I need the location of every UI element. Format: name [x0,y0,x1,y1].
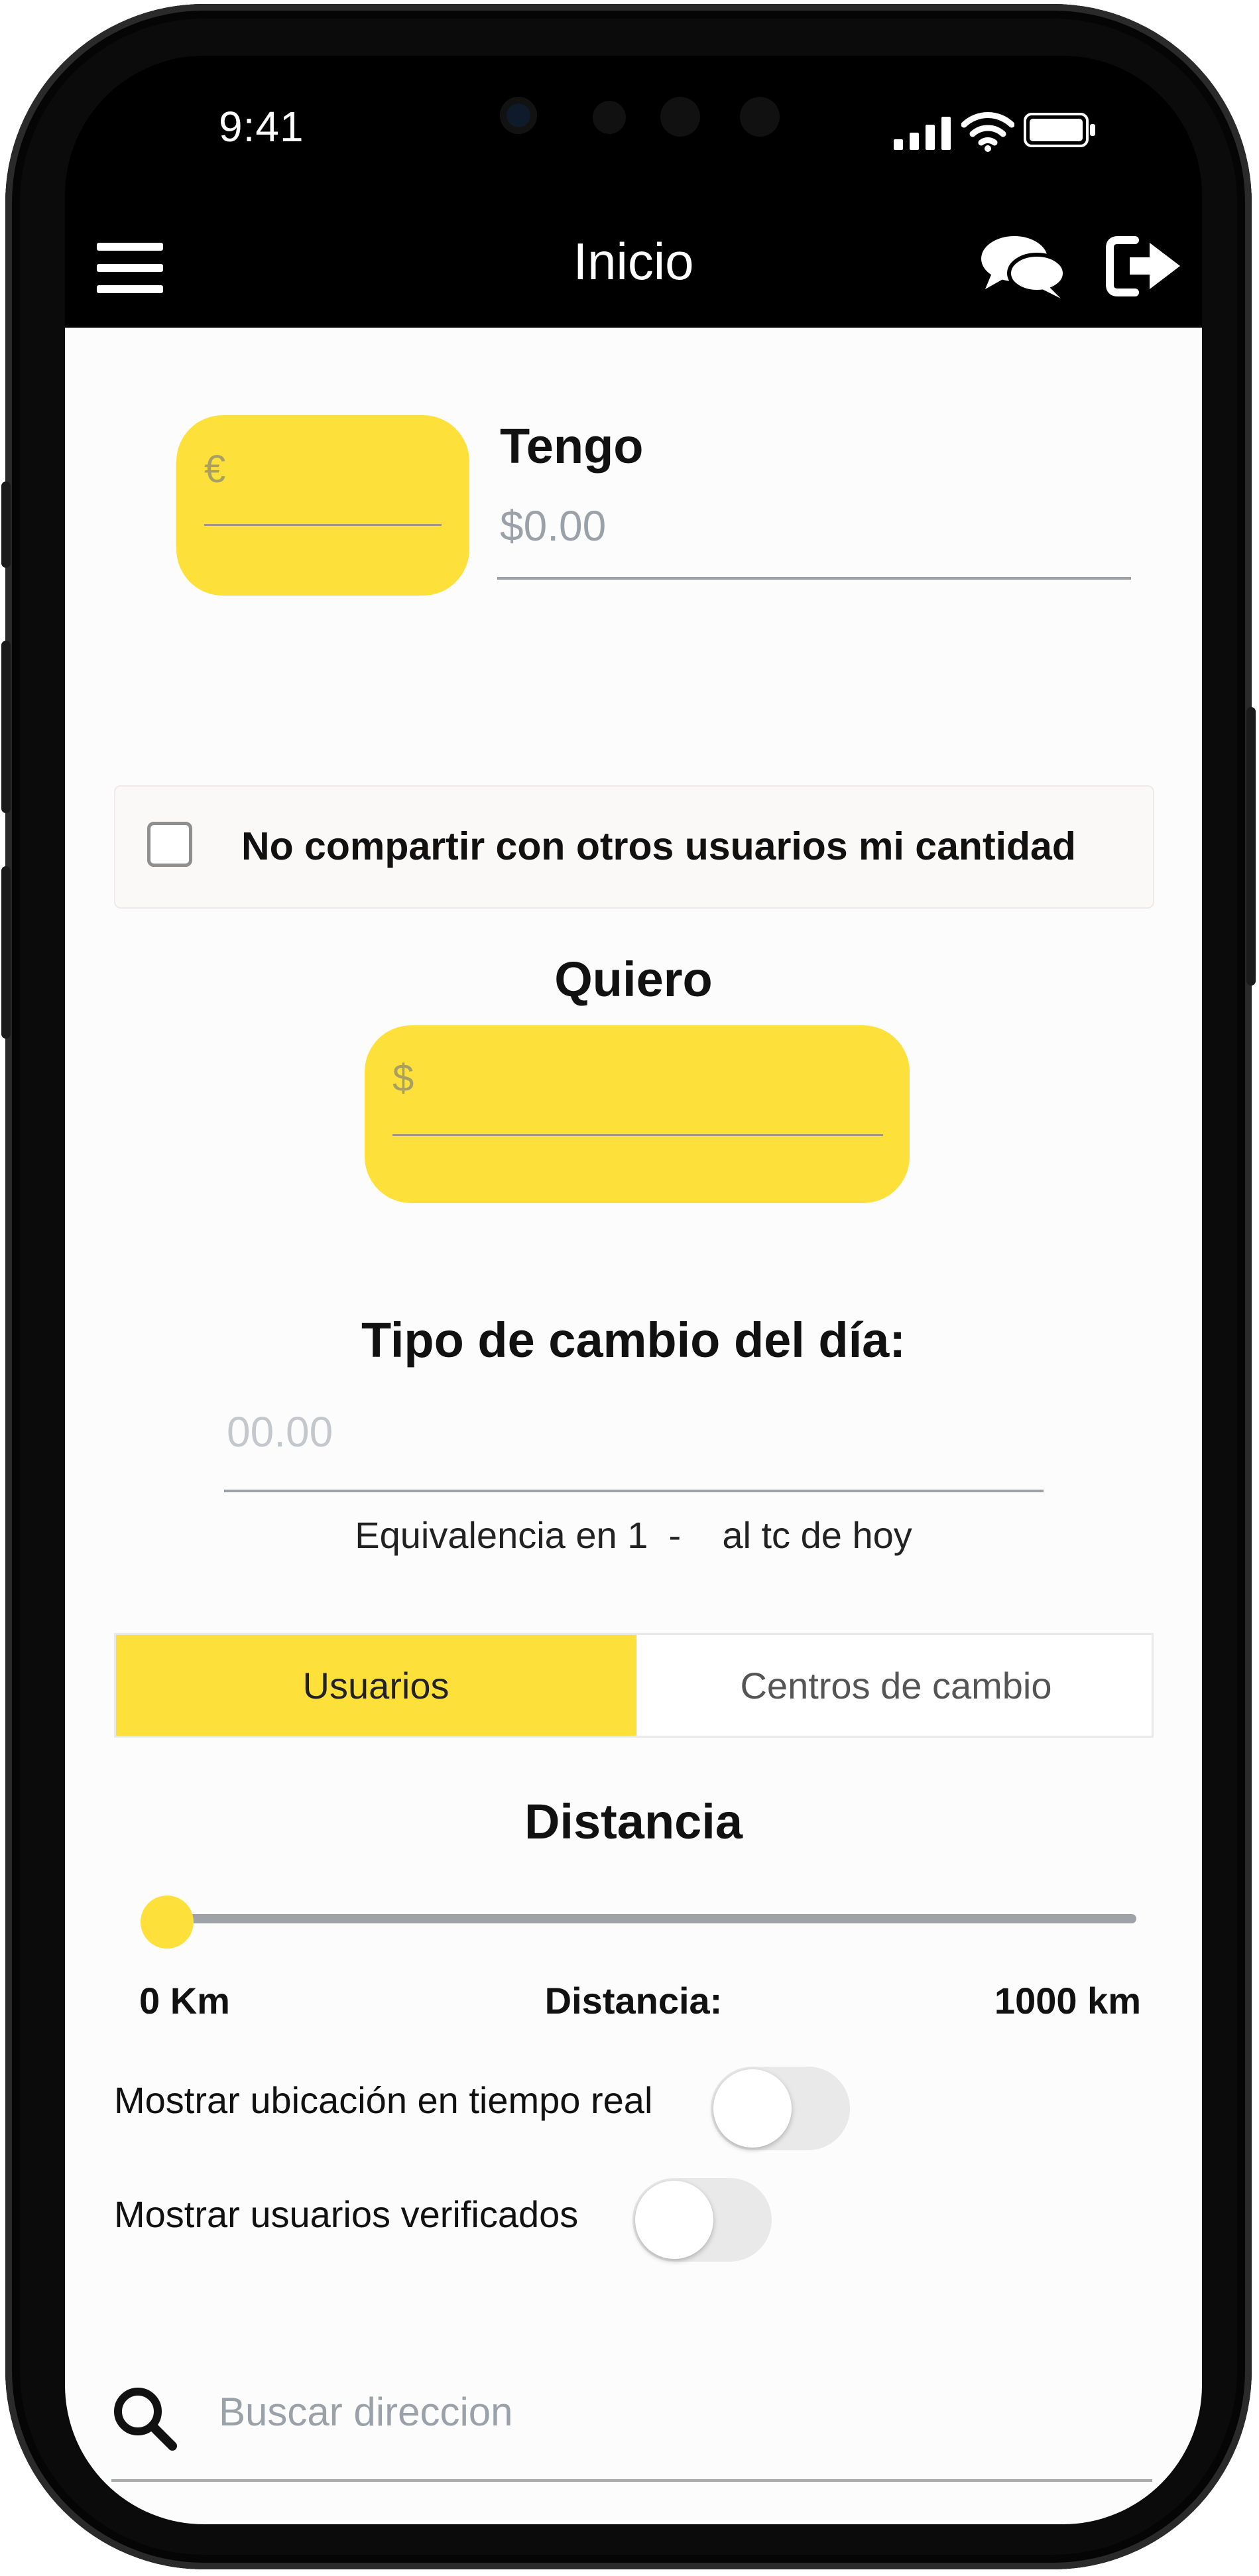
verified-users-toggle[interactable] [632,2178,772,2262]
side-button-left-3 [1,866,11,1039]
address-search-input[interactable]: Buscar direccion [219,2389,513,2435]
privacy-checkbox[interactable] [147,822,192,867]
status-time: 9:41 [219,103,304,151]
distance-slider-track[interactable] [150,1914,1136,1923]
quiero-currency-select[interactable]: $ [365,1025,910,1203]
search-underline [111,2479,1152,2482]
tab-centros-de-cambio[interactable]: Centros de cambio [636,1635,1155,1736]
toggle-knob [713,2069,792,2148]
search-icon[interactable] [111,2385,178,2451]
distance-title: Distancia [524,1794,743,1849]
sensor-icon [740,97,780,137]
chat-icon[interactable] [980,233,1066,300]
exchange-rate-underline [224,1490,1044,1492]
logout-icon[interactable] [1106,235,1182,298]
front-camera-icon [500,97,537,134]
quiero-currency-symbol: $ [392,1057,414,1100]
sensor-icon [660,97,700,137]
quiero-currency-underline [392,1134,883,1136]
wifi-icon [961,112,1014,152]
sensor-icon [593,101,626,134]
signal-icon [894,117,951,150]
exchange-label: Tipo de cambio del día: [361,1313,906,1368]
distance-slider-thumb[interactable] [141,1896,194,1949]
privacy-label: No compartir con otros usuarios mi canti… [241,824,1076,868]
exchange-note: Equivalencia en 1 - al tc de hoy [355,1514,912,1556]
tengo-currency-symbol: € [204,448,226,491]
tab-usuarios[interactable]: Usuarios [116,1635,636,1736]
side-button-right [1246,707,1256,986]
main-content: € Tengo $0.00 No compartir con otros usu… [65,328,1202,2524]
privacy-panel: No compartir con otros usuarios mi canti… [114,785,1154,909]
tengo-amount-underline [497,577,1131,580]
verified-users-label: Mostrar usuarios verificados [114,2193,579,2235]
status-bar: 9:41 [65,56,1202,202]
side-button-left-1 [1,482,11,568]
realtime-location-toggle[interactable] [711,2067,850,2150]
quiero-label: Quiero [554,952,713,1007]
notch [428,56,853,198]
screen: 9:41 Inicio € Tengo $0.00 No compartir c… [65,56,1202,2524]
side-button-left-2 [1,641,11,813]
tengo-label: Tengo [500,419,644,474]
toggle-knob [635,2181,713,2259]
tengo-currency-select[interactable]: € [176,415,469,596]
exchange-rate-input[interactable]: 00.00 [227,1407,333,1456]
app-header: Inicio [65,202,1202,328]
tengo-currency-underline [204,524,442,526]
distance-max-label: 1000 km [994,1980,1141,2022]
tab-bar: Usuarios Centros de cambio [114,1633,1154,1738]
battery-icon [1024,113,1095,147]
phone-frame: 9:41 Inicio € Tengo $0.00 No compartir c… [1,4,1256,2569]
realtime-location-label: Mostrar ubicación en tiempo real [114,2079,653,2121]
tengo-amount-input[interactable]: $0.00 [500,501,606,550]
